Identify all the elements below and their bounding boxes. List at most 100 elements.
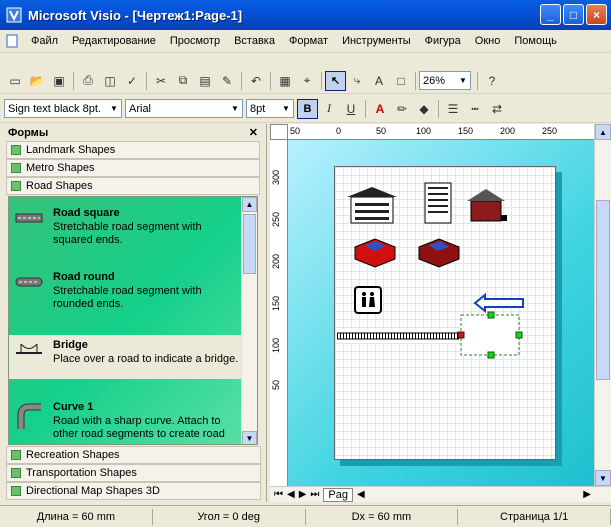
selected-shape[interactable] <box>457 311 523 359</box>
text-tool-icon[interactable]: A <box>368 71 390 91</box>
rectangle-tool-icon[interactable]: □ <box>390 71 412 91</box>
stencil-metro[interactable]: Metro Shapes <box>6 159 260 177</box>
menu-edit[interactable]: Редактирование <box>65 35 163 47</box>
pointer-tool-icon[interactable]: ↖ <box>325 70 346 91</box>
format-painter-icon[interactable]: ✎ <box>216 71 238 91</box>
status-angle: Угол = 0 deg <box>153 508 306 525</box>
first-page-icon[interactable]: ⏮ <box>274 489 283 500</box>
canvas-background[interactable] <box>288 140 594 486</box>
zoom-select[interactable]: 26% ▼ <box>419 71 471 90</box>
menu-insert[interactable]: Вставка <box>227 35 282 47</box>
copy-icon[interactable]: ⧉ <box>172 71 194 91</box>
stencil-recreation[interactable]: Recreation Shapes <box>6 446 261 464</box>
save-icon[interactable]: ▣ <box>48 71 70 91</box>
connector-point-icon[interactable]: ⌖ <box>296 71 318 91</box>
undo-icon[interactable]: ↶ <box>245 71 267 91</box>
close-icon[interactable]: ✕ <box>249 126 258 139</box>
line-color-icon[interactable]: ✏ <box>391 99 413 119</box>
restroom-sign-shape[interactable] <box>354 286 382 314</box>
shape-curve-1[interactable]: Curve 1 Road with a sharp curve. Attach … <box>9 397 245 441</box>
menu-view[interactable]: Просмотр <box>163 35 227 47</box>
page-tab[interactable]: Pag <box>323 487 353 502</box>
document-icon[interactable] <box>4 33 20 49</box>
open-icon[interactable]: 📂 <box>26 71 48 91</box>
road-shapes-list: Road square Stretchable road segment wit… <box>8 196 258 445</box>
stencil-icon <box>11 450 21 460</box>
line-ends-icon[interactable]: ⇄ <box>486 99 508 119</box>
car-shape-2[interactable] <box>418 238 460 268</box>
shapes-scrollbar[interactable]: ▲ ▼ <box>241 197 257 444</box>
minimize-button[interactable]: _ <box>540 4 561 25</box>
railroad-shape[interactable] <box>337 329 459 343</box>
shapes-panel: Формы ✕ Landmark Shapes Metro Shapes Roa… <box>0 124 267 502</box>
menu-file[interactable]: Файл <box>24 35 65 47</box>
print-icon[interactable]: ⎙ <box>77 71 99 91</box>
window-title: Microsoft Visio - [Чертеж1:Page-1] <box>28 7 243 23</box>
scroll-left-icon[interactable]: ◀ <box>357 489 365 500</box>
line-pattern-icon[interactable]: ┅ <box>464 99 486 119</box>
shapes-panel-header: Формы ✕ <box>0 124 266 141</box>
style-select[interactable]: Sign text black 8pt. ▼ <box>4 99 122 118</box>
cut-icon[interactable]: ✂ <box>150 71 172 91</box>
drawing-page[interactable] <box>334 166 556 460</box>
shapes-icon[interactable]: ▦ <box>274 71 296 91</box>
stencil-transportation[interactable]: Transportation Shapes <box>6 464 261 482</box>
menu-tools[interactable]: Инструменты <box>335 35 418 47</box>
scroll-up-icon[interactable]: ▲ <box>242 197 257 212</box>
canvas-horizontal-scrollbar: ⏮ ◀ ▶ ⏭ Pag ◀ ▶ <box>270 486 611 502</box>
italic-button[interactable]: I <box>318 99 340 119</box>
bold-button[interactable]: B <box>297 98 318 119</box>
maximize-button[interactable]: □ <box>563 4 584 25</box>
next-page-icon[interactable]: ▶ <box>299 489 307 500</box>
shape-road-round[interactable]: Road round Stretchable road segment with… <box>9 267 245 311</box>
scroll-right-icon[interactable]: ▶ <box>583 489 591 500</box>
font-color-icon[interactable]: A <box>369 99 391 119</box>
paste-icon[interactable]: ▤ <box>194 71 216 91</box>
fill-color-icon[interactable]: ◆ <box>413 99 435 119</box>
scroll-down-icon[interactable]: ▼ <box>242 431 257 444</box>
menu-shape[interactable]: Фигура <box>418 35 468 47</box>
building-shape-2[interactable] <box>424 182 452 224</box>
vertical-ruler: 300 250 200 150 100 50 <box>270 140 288 486</box>
stencil-directional-3d[interactable]: Directional Map Shapes 3D <box>6 482 261 500</box>
status-dx: Dx = 60 mm <box>306 508 459 525</box>
shape-road-square[interactable]: Road square Stretchable road segment wit… <box>9 203 245 247</box>
font-select[interactable]: Arial ▼ <box>125 99 243 118</box>
line-weight-icon[interactable]: ☰ <box>442 99 464 119</box>
status-page: Страница 1/1 <box>458 508 611 525</box>
help-icon[interactable]: ? <box>481 71 503 91</box>
scroll-up-icon[interactable]: ▲ <box>595 124 611 140</box>
stencil-icon <box>11 145 21 155</box>
menu-help[interactable]: Помощь <box>507 35 564 47</box>
h-scroll-track[interactable] <box>368 488 580 501</box>
print-preview-icon[interactable]: ◫ <box>99 71 121 91</box>
underline-button[interactable]: U <box>340 99 362 119</box>
stencil-landmark[interactable]: Landmark Shapes <box>6 141 260 159</box>
spelling-icon[interactable]: ✓ <box>121 71 143 91</box>
formatting-toolbar: Sign text black 8pt. ▼ Arial ▼ 8pt ▼ B I U … <box>0 95 611 123</box>
shape-bridge[interactable]: Bridge Place over a road to indicate a b… <box>9 335 245 379</box>
arrow-sign-shape[interactable] <box>473 292 524 314</box>
scroll-thumb[interactable] <box>596 200 610 380</box>
bridge-icon <box>16 343 42 354</box>
drawing-area: 50 0 50 100 150 200 250 300 250 200 150 … <box>270 124 611 502</box>
station-shape[interactable] <box>467 189 507 222</box>
close-button[interactable]: × <box>586 4 607 25</box>
road-square-icon <box>15 213 43 223</box>
title-bar[interactable]: Microsoft Visio - [Чертеж1:Page-1] _ □ × <box>0 0 611 30</box>
connector-tool-icon[interactable]: ⤷ <box>346 71 368 91</box>
menu-window[interactable]: Окно <box>468 35 508 47</box>
last-page-icon[interactable]: ⏭ <box>310 489 319 500</box>
prev-page-icon[interactable]: ◀ <box>287 489 295 500</box>
scroll-thumb[interactable] <box>243 214 256 274</box>
page-shapes <box>337 182 524 359</box>
stencil-road[interactable]: Road Shapes <box>6 177 260 195</box>
car-shape-1[interactable] <box>354 238 396 268</box>
font-size-select[interactable]: 8pt ▼ <box>246 99 294 118</box>
menu-format[interactable]: Формат <box>282 35 335 47</box>
building-shape-1[interactable] <box>347 187 397 224</box>
new-icon[interactable]: ▭ <box>4 71 26 91</box>
scroll-down-icon[interactable]: ▼ <box>595 470 611 486</box>
canvas-vertical-scrollbar[interactable]: ▲ ▼ <box>594 124 611 486</box>
curve-icon <box>17 403 41 429</box>
